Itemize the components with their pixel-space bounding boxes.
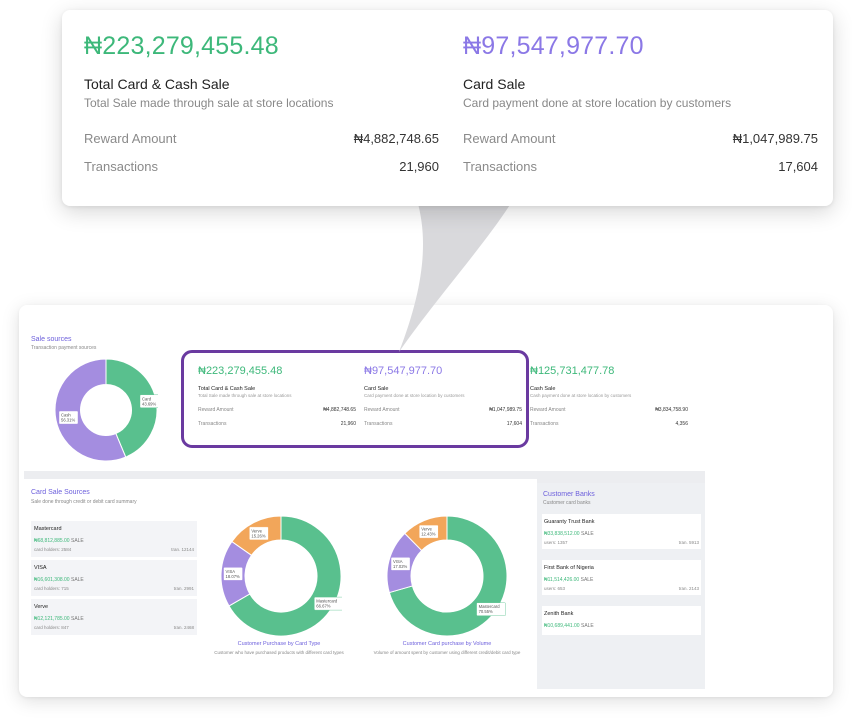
transactions-row: Transactions 21,960 <box>84 159 439 174</box>
card-type-chart-caption: Customer Purchase by Card Type <box>237 641 321 647</box>
transactions-label: Transactions <box>84 159 158 174</box>
donut-label-text: 17.02% <box>393 564 407 569</box>
card-type-amount: ₦68,812,885.00 SALE <box>34 538 84 544</box>
stat-amount: ₦125,731,477.78 <box>530 365 615 377</box>
list-item[interactable]: First Bank of Nigeria ₦11,514,426.00 SAL… <box>542 560 701 595</box>
card-sale-sources-panel: Card Sale Sources Sale done through cred… <box>24 479 537 689</box>
reward-row: Reward Amount ₦1,047,989.75 <box>463 131 818 146</box>
stat-reward-label: Reward Amount <box>530 407 566 413</box>
transactions-value: 21,960 <box>399 159 439 174</box>
transactions-row: Transactions 17,604 <box>463 159 818 174</box>
customer-banks-subtitle: Customer card banks <box>543 500 591 506</box>
card-type-amount: ₦16,601,308.00 SALE <box>34 577 84 583</box>
list-item[interactable]: Guaranty Trust Bank ₦33,838,512.00 SALE … <box>542 514 701 549</box>
donut-label-cash: Cash56.31% <box>58 410 79 425</box>
list-item[interactable]: Mastercard ₦68,812,885.00 SALE card hold… <box>31 521 197 557</box>
reward-row: Reward Amount ₦4,882,748.65 <box>84 131 439 146</box>
card-type-name: VISA <box>34 565 47 571</box>
highlight-box <box>181 350 529 448</box>
bank-name: Guaranty Trust Bank <box>544 519 595 525</box>
card-volume-donut-chart: Mastercard70.55% VISA17.02% Verve12.43% <box>386 515 508 637</box>
donut-label-text: 43.69% <box>142 401 156 406</box>
donut-label-verve: Verve15.26% <box>249 526 269 541</box>
donut-label-text: 66.67% <box>316 604 330 609</box>
total-sale-title: Total Card & Cash Sale <box>84 76 230 92</box>
bottom-section: Card Sale Sources Sale done through cred… <box>24 479 705 689</box>
reward-value: ₦4,882,748.65 <box>353 131 439 146</box>
customer-banks-title: Customer Banks <box>543 491 595 498</box>
stat-title: Cash Sale <box>530 386 556 392</box>
donut-label-visa: VISA18.07% <box>223 567 243 581</box>
bank-name: First Bank of Nigeria <box>544 565 594 571</box>
sale-overview-panel: Sale sources Transaction payment sources… <box>24 327 705 471</box>
transactions-label: Transactions <box>463 159 537 174</box>
card-sale-title: Card Sale <box>463 76 526 92</box>
callout-tail <box>399 200 513 352</box>
donut-label-text: 56.31% <box>61 418 75 423</box>
dashboard: Sale sources Transaction payment sources… <box>24 327 705 689</box>
total-sale-amount: ₦223,279,455.48 <box>84 32 279 60</box>
bank-meta: users: 653 tran. 2143 <box>544 586 699 591</box>
donut-label-text: 15.26% <box>251 533 265 538</box>
card-volume-chart-caption: Customer Card purchase by Volume <box>402 641 492 647</box>
card-volume-chart-subtitle: Volume of amount spent by customer using… <box>373 650 521 655</box>
sale-sources-subtitle: Transaction payment sources <box>31 345 97 351</box>
card-type-meta: card holders: 2584 tran. 12144 <box>34 547 194 552</box>
list-item[interactable]: VISA ₦16,601,308.00 SALE card holders: 7… <box>31 560 197 596</box>
card-type-donut-chart: Mastercard66.67% VISA18.07% Verve15.26% <box>220 515 342 637</box>
donut-label-text: 12.43% <box>421 532 435 537</box>
total-sale-subtitle: Total Sale made through sale at store lo… <box>84 96 334 110</box>
bank-amount: ₦33,838,512.00 SALE <box>544 531 594 537</box>
reward-label: Reward Amount <box>463 131 556 146</box>
reward-label: Reward Amount <box>84 131 177 146</box>
dashboard-screenshot: Sale sources Transaction payment sources… <box>19 305 833 697</box>
card-type-amount: ₦12,121,785.00 SALE <box>34 616 84 622</box>
donut-label-text: 70.55% <box>479 609 493 614</box>
stat-reward-value: ₦3,834,758.90 <box>655 407 688 413</box>
bank-amount: ₦11,514,426.00 SALE <box>544 577 594 583</box>
list-item[interactable]: Zenith Bank ₦10,689,441.00 SALE <box>542 606 701 635</box>
sale-sources-donut-chart: Card43.69% Cash56.31% <box>54 358 158 462</box>
stat-subtitle: Cash payment done at store location by c… <box>530 393 632 398</box>
donut-label-text: 18.07% <box>226 574 240 579</box>
card-type-meta: card holders: 847 tran. 2468 <box>34 625 194 630</box>
sale-sources-title: Sale sources <box>31 336 72 343</box>
zoomed-stats-card: ₦223,279,455.48 Total Card & Cash Sale T… <box>62 10 833 206</box>
bank-amount: ₦10,689,441.00 SALE <box>544 623 594 629</box>
stat-transactions-row: Transactions 4,356 <box>530 421 688 427</box>
card-type-name: Mastercard <box>34 526 62 532</box>
donut-label-mastercard: Mastercard70.55% <box>476 602 506 616</box>
card-type-meta: card holders: 715 tran. 2991 <box>34 586 194 591</box>
stat-transactions-label: Transactions <box>530 421 559 427</box>
card-sale-subtitle: Card payment done at store location by c… <box>463 96 732 110</box>
transactions-value: 17,604 <box>778 159 818 174</box>
stage: ₦223,279,455.48 Total Card & Cash Sale T… <box>0 0 852 725</box>
donut-label-verve: Verve12.43% <box>419 524 439 539</box>
list-item[interactable]: Verve ₦12,121,785.00 SALE card holders: … <box>31 599 197 635</box>
card-sale-amount: ₦97,547,977.70 <box>463 32 644 60</box>
stat-transactions-value: 4,356 <box>675 421 688 427</box>
donut-label-card: Card43.69% <box>139 394 158 408</box>
card-type-chart-subtitle: Customer who have purchased products wit… <box>214 650 344 655</box>
reward-value: ₦1,047,989.75 <box>732 131 818 146</box>
card-type-name: Verve <box>34 604 49 610</box>
bank-meta: users: 1357 tran. 5913 <box>544 540 699 545</box>
bank-name: Zenith Bank <box>544 611 574 617</box>
donut-label-visa: VISA17.02% <box>390 557 411 571</box>
stat-reward-row: Reward Amount ₦3,834,758.90 <box>530 407 688 413</box>
donut-label-mastercard: Mastercard66.67% <box>314 596 342 611</box>
card-sale-sources-title: Card Sale Sources <box>31 489 90 496</box>
card-sale-sources-subtitle: Sale done through credit or debit card s… <box>31 499 137 505</box>
customer-banks-panel: Customer Banks Customer card banks Guara… <box>537 483 705 689</box>
